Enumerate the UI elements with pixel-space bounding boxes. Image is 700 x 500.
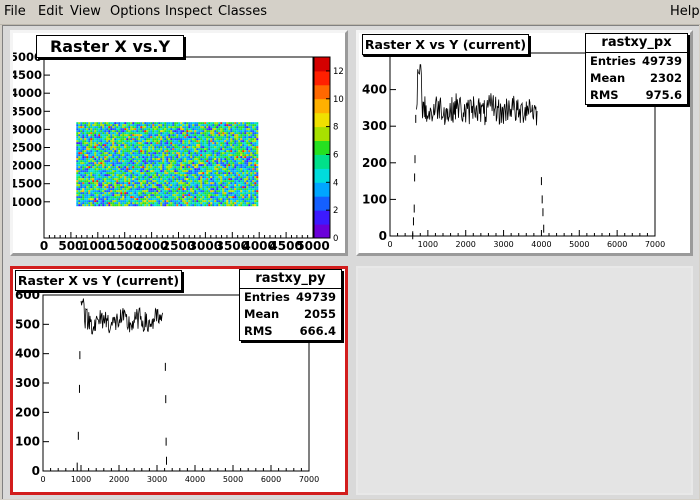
stats-rms-label: RMS bbox=[590, 88, 619, 102]
color-scale-band bbox=[314, 98, 330, 114]
menu-bar: File Edit View Options Inspect Classes H… bbox=[0, 0, 700, 25]
z-tick-label: 2 bbox=[333, 206, 338, 216]
z-tick-label: 0 bbox=[333, 234, 338, 244]
menu-classes[interactable]: Classes bbox=[218, 5, 267, 19]
pad-title: Raster X vs Y (current) bbox=[362, 34, 529, 55]
raster-2d-plot: 0 500 1000 1500 2000 2500 3000 3500 4000 4500 5000… bbox=[13, 50, 344, 253]
y-tick-label: 500 bbox=[15, 317, 40, 331]
stats-name: rastxy_py bbox=[240, 270, 341, 289]
y-tick-label: 300 bbox=[362, 119, 387, 133]
x-tick-label: 5000 bbox=[296, 239, 329, 253]
x-tick-label: 7000 bbox=[645, 240, 665, 249]
y-tick-label: 200 bbox=[15, 405, 40, 419]
x-tick-label: 1000 bbox=[71, 475, 91, 484]
x-tick-label: 6000 bbox=[607, 240, 627, 249]
stats-entries-label: Entries bbox=[244, 290, 290, 304]
color-scale-band bbox=[314, 154, 330, 169]
pad-raster-2d[interactable]: 0 500 1000 1500 2000 2500 3000 3500 4000 4500 5000… bbox=[10, 30, 348, 256]
menu-options[interactable]: Options bbox=[110, 5, 160, 19]
x-tick-label: 3000 bbox=[493, 240, 513, 249]
z-tick-label: 4 bbox=[333, 178, 338, 188]
z-tick-label: 8 bbox=[333, 123, 338, 133]
z-tick-label: 12 bbox=[333, 67, 344, 77]
color-scale-band bbox=[314, 70, 330, 86]
color-scale-band bbox=[314, 57, 330, 72]
x-tick-label: 1000 bbox=[418, 240, 438, 249]
stats-mean-value: 2302 bbox=[649, 71, 682, 85]
x-tick-label: 0 bbox=[40, 475, 45, 484]
y-tick-label: 1000 bbox=[13, 195, 42, 209]
y-tick-label: 2000 bbox=[13, 159, 42, 173]
x-tick-label: 6000 bbox=[261, 475, 281, 484]
x-tick-label: 0 bbox=[387, 240, 392, 249]
y-tick-label: 300 bbox=[15, 376, 40, 390]
y-tick-label: 100 bbox=[15, 435, 40, 449]
stats-entries-label: Entries bbox=[590, 54, 636, 68]
pad-title: Raster X vs Y (current) bbox=[15, 270, 182, 291]
color-scale-band bbox=[314, 196, 330, 211]
y-tick-label: 400 bbox=[362, 83, 387, 97]
y-tick-label: 200 bbox=[362, 156, 387, 170]
menu-edit[interactable]: Edit bbox=[38, 5, 63, 19]
stats-entries-value: 49739 bbox=[295, 290, 336, 304]
stats-rms-value: 975.6 bbox=[645, 88, 682, 102]
pad-title: Raster X vs.Y bbox=[36, 35, 184, 58]
color-scale-band bbox=[314, 126, 330, 141]
color-scale-band bbox=[314, 84, 330, 100]
pad-projection-y[interactable]: 0 1000 2000 3000 4000 5000 6000 7000 0 100 200 300 4… bbox=[10, 266, 348, 495]
stats-name: rastxy_px bbox=[586, 34, 687, 53]
color-scale-band bbox=[314, 140, 330, 155]
y-tick-label: 4000 bbox=[13, 86, 42, 100]
color-scale-band bbox=[314, 182, 330, 197]
y-tick-label: 1500 bbox=[13, 177, 42, 191]
y-tick-label: 0 bbox=[32, 464, 40, 478]
color-scale-band bbox=[314, 224, 330, 239]
color-scale-band bbox=[314, 210, 330, 225]
menu-inspect[interactable]: Inspect bbox=[165, 5, 212, 19]
stats-mean-value: 2055 bbox=[303, 307, 336, 321]
color-scale-band bbox=[314, 168, 330, 183]
x-tick-label: 4000 bbox=[185, 475, 205, 484]
menu-view[interactable]: View bbox=[70, 5, 101, 19]
x-tick-label: 4000 bbox=[531, 240, 551, 249]
stats-mean-label: Mean bbox=[590, 71, 626, 85]
x-tick-label: 500 bbox=[58, 239, 83, 253]
stats-rms-value: 666.4 bbox=[299, 324, 336, 338]
menu-help[interactable]: Help bbox=[670, 5, 700, 19]
stats-box: rastxy_px Entries 49739 Mean 2302 RMS 975.6 bbox=[585, 33, 688, 105]
x-tick-label: 5000 bbox=[569, 240, 589, 249]
stats-entries-value: 49739 bbox=[641, 54, 682, 68]
stats-rms-label: RMS bbox=[244, 324, 273, 338]
color-scale-band bbox=[314, 112, 330, 128]
z-tick-label: 6 bbox=[333, 150, 338, 160]
y-tick-label: 0 bbox=[379, 229, 387, 243]
z-tick-label: 10 bbox=[333, 95, 344, 105]
y-tick-label: 2500 bbox=[13, 141, 42, 155]
x-tick-label: 3000 bbox=[147, 475, 167, 484]
canvas-area: 0 500 1000 1500 2000 2500 3000 3500 4000 4500 5000… bbox=[2, 25, 699, 499]
x-tick-label: 7000 bbox=[299, 475, 319, 484]
y-tick-label: 400 bbox=[15, 347, 40, 361]
y-tick-label: 3500 bbox=[13, 104, 42, 118]
x-tick-label: 5000 bbox=[223, 475, 243, 484]
pad-empty[interactable] bbox=[356, 266, 693, 495]
y-tick-label: 4500 bbox=[13, 68, 42, 82]
pad-projection-x[interactable]: 0 1000 2000 3000 4000 5000 6000 7000 0 100 200 300 4… bbox=[356, 30, 693, 256]
x-tick-label: 0 bbox=[40, 239, 48, 253]
y-tick-label: 100 bbox=[362, 192, 387, 206]
x-tick-label: 2000 bbox=[109, 475, 129, 484]
heatmap-cells bbox=[76, 122, 259, 207]
x-tick-label: 2000 bbox=[456, 240, 476, 249]
y-tick-label: 3000 bbox=[13, 122, 42, 136]
menu-file[interactable]: File bbox=[4, 5, 26, 19]
stats-mean-label: Mean bbox=[244, 307, 280, 321]
root-browser-window: File Edit View Options Inspect Classes H… bbox=[0, 0, 700, 500]
stats-box: rastxy_py Entries 49739 Mean 2055 RMS 666.4 bbox=[239, 269, 342, 341]
